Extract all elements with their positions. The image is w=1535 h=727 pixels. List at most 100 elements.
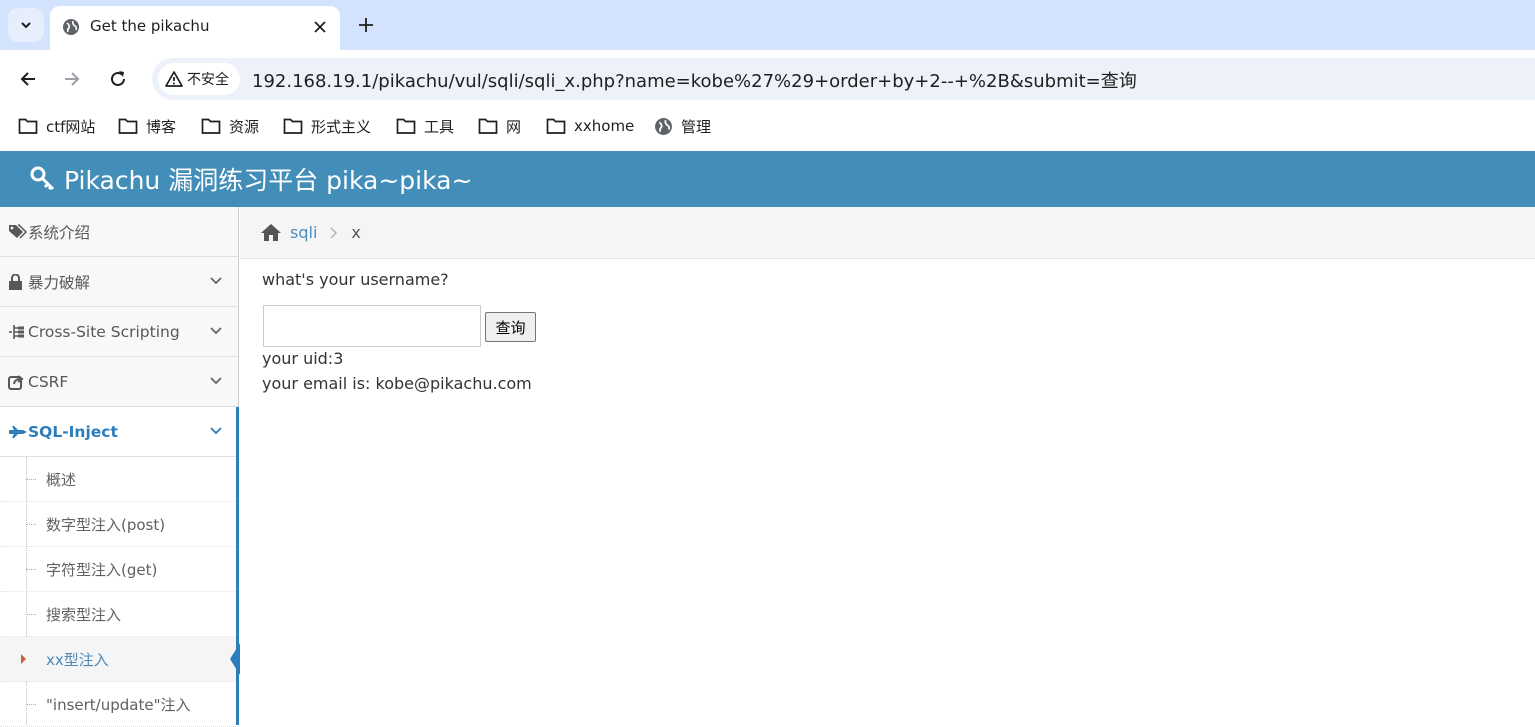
tab-strip: Get the pikachu bbox=[0, 0, 1535, 50]
bookmark-manage[interactable]: 管理 bbox=[654, 113, 711, 139]
bookmark-label: 博客 bbox=[146, 117, 177, 136]
folder-icon bbox=[546, 118, 566, 134]
bookmark-label: 工具 bbox=[424, 117, 455, 136]
bookmark-blog[interactable]: 博客 bbox=[118, 113, 176, 139]
sidebar-item-label: SQL-Inject bbox=[28, 422, 118, 441]
globe-icon bbox=[63, 19, 79, 35]
arrow-right-icon bbox=[65, 72, 80, 86]
chevron-down-icon bbox=[210, 427, 222, 435]
new-tab-button[interactable] bbox=[354, 13, 378, 37]
tab-search-button[interactable] bbox=[8, 8, 44, 42]
sidebar: 系统介绍 暴力破解 Cross-Site Scripting CSRF SQL-… bbox=[0, 207, 240, 727]
bookmark-formalism[interactable]: 形式主义 bbox=[283, 113, 371, 139]
chevron-down-icon bbox=[210, 277, 222, 285]
bookmark-label: 资源 bbox=[229, 117, 260, 136]
caret-right-icon bbox=[21, 654, 26, 664]
active-section-rule bbox=[236, 407, 239, 725]
plus-icon bbox=[359, 18, 373, 32]
bookmark-label: ctf网站 bbox=[46, 117, 96, 136]
sidebar-item-bruteforce[interactable]: 暴力破解 bbox=[0, 257, 238, 307]
submenu-item-label: xx型注入 bbox=[46, 650, 109, 669]
browser-tab[interactable]: Get the pikachu bbox=[50, 6, 340, 50]
app-title[interactable]: Pikachu 漏洞练习平台 pika~pika~ bbox=[64, 161, 472, 197]
bookmark-tools[interactable]: 工具 bbox=[396, 113, 454, 139]
bookmarks-bar: ctf网站 博客 资源 形式主义 工具 网 xxhome 管理 bbox=[0, 108, 1535, 143]
tree-dash bbox=[26, 704, 36, 705]
breadcrumb-current: x bbox=[351, 223, 361, 242]
share-icon bbox=[8, 374, 28, 390]
bookmark-label: xxhome bbox=[574, 117, 635, 135]
submenu-item-label: 字符型注入(get) bbox=[46, 560, 158, 579]
chevron-down-icon bbox=[21, 22, 31, 29]
chevron-right-icon bbox=[330, 226, 338, 239]
fighter-jet-icon bbox=[8, 425, 28, 439]
breadcrumb-link-sqli[interactable]: sqli bbox=[290, 223, 317, 242]
security-indicator[interactable]: 不安全 bbox=[158, 63, 240, 95]
result-uid: your uid:3 bbox=[262, 349, 344, 368]
reload-icon bbox=[111, 71, 125, 86]
submenu-item-search[interactable]: 搜索型注入 bbox=[0, 592, 238, 637]
bookmark-xxhome[interactable]: xxhome bbox=[546, 113, 634, 139]
bookmark-ctf[interactable]: ctf网站 bbox=[18, 113, 95, 139]
address-bar[interactable]: 不安全 192.168.19.1/pikachu/vul/sqli/sqli_x… bbox=[152, 58, 1535, 100]
username-input[interactable] bbox=[263, 305, 481, 347]
sidebar-item-intro[interactable]: 系统介绍 bbox=[0, 207, 238, 257]
chevron-down-icon bbox=[210, 327, 222, 335]
chevron-down-icon bbox=[210, 377, 222, 385]
sitemap-icon bbox=[8, 324, 28, 340]
arrow-left-icon bbox=[20, 72, 35, 86]
bookmark-label: 网 bbox=[506, 117, 522, 136]
folder-icon bbox=[18, 118, 38, 134]
query-button[interactable]: 查询 bbox=[485, 312, 536, 342]
warning-icon bbox=[165, 71, 183, 87]
submenu-item-numeric-post[interactable]: 数字型注入(post) bbox=[0, 502, 238, 547]
result-email: your email is: kobe@pikachu.com bbox=[262, 374, 532, 393]
sqli-submenu: 概述 数字型注入(post) 字符型注入(get) 搜索型注入 xx型注入 "i… bbox=[0, 457, 240, 727]
sidebar-item-sqli[interactable]: SQL-Inject bbox=[0, 407, 238, 457]
home-icon bbox=[261, 224, 281, 241]
bookmark-resources[interactable]: 资源 bbox=[201, 113, 259, 139]
sidebar-item-label: CSRF bbox=[28, 372, 69, 391]
back-button[interactable] bbox=[13, 64, 43, 94]
submenu-item-label: 概述 bbox=[46, 470, 77, 489]
sidebar-item-label: Cross-Site Scripting bbox=[28, 322, 180, 341]
folder-icon bbox=[201, 118, 221, 134]
sidebar-item-xss[interactable]: Cross-Site Scripting bbox=[0, 307, 238, 357]
close-icon bbox=[314, 21, 326, 33]
submenu-item-overview[interactable]: 概述 bbox=[0, 457, 238, 502]
forward-button[interactable] bbox=[57, 64, 87, 94]
sidebar-item-csrf[interactable]: CSRF bbox=[0, 357, 238, 407]
app-header: Pikachu 漏洞练习平台 pika~pika~ bbox=[0, 151, 1535, 207]
breadcrumb: sqli x bbox=[240, 207, 1535, 259]
submenu-item-insert-update[interactable]: "insert/update"注入 bbox=[0, 682, 238, 727]
tree-dash bbox=[26, 614, 36, 615]
submenu-item-xx[interactable]: xx型注入 bbox=[0, 637, 240, 682]
security-label: 不安全 bbox=[187, 72, 229, 88]
globe-icon bbox=[655, 117, 672, 135]
tree-dash bbox=[26, 479, 36, 480]
tree-dash bbox=[26, 569, 36, 570]
key-icon bbox=[30, 166, 55, 191]
bookmark-label: 形式主义 bbox=[311, 117, 372, 136]
lock-icon bbox=[8, 273, 28, 290]
tree-dash bbox=[26, 524, 36, 525]
tab-title: Get the pikachu bbox=[90, 17, 210, 35]
submenu-item-label: 搜索型注入 bbox=[46, 605, 122, 624]
close-tab-button[interactable] bbox=[311, 18, 329, 36]
username-prompt: what's your username? bbox=[262, 270, 449, 289]
sidebar-item-label: 系统介绍 bbox=[28, 223, 91, 242]
sidebar-item-label: 暴力破解 bbox=[28, 273, 91, 292]
bookmark-net[interactable]: 网 bbox=[478, 113, 521, 139]
folder-icon bbox=[118, 118, 138, 134]
reload-button[interactable] bbox=[103, 64, 133, 94]
submenu-item-string-get[interactable]: 字符型注入(get) bbox=[0, 547, 238, 592]
folder-icon bbox=[478, 118, 498, 134]
url-text[interactable]: 192.168.19.1/pikachu/vul/sqli/sqli_x.php… bbox=[252, 67, 1137, 93]
folder-icon bbox=[283, 118, 303, 134]
bookmark-label: 管理 bbox=[681, 117, 712, 136]
tags-icon bbox=[8, 223, 28, 240]
browser-toolbar: 不安全 192.168.19.1/pikachu/vul/sqli/sqli_x… bbox=[0, 50, 1535, 108]
submenu-item-label: 数字型注入(post) bbox=[46, 515, 166, 534]
folder-icon bbox=[396, 118, 416, 134]
submenu-item-label: "insert/update"注入 bbox=[46, 695, 191, 714]
